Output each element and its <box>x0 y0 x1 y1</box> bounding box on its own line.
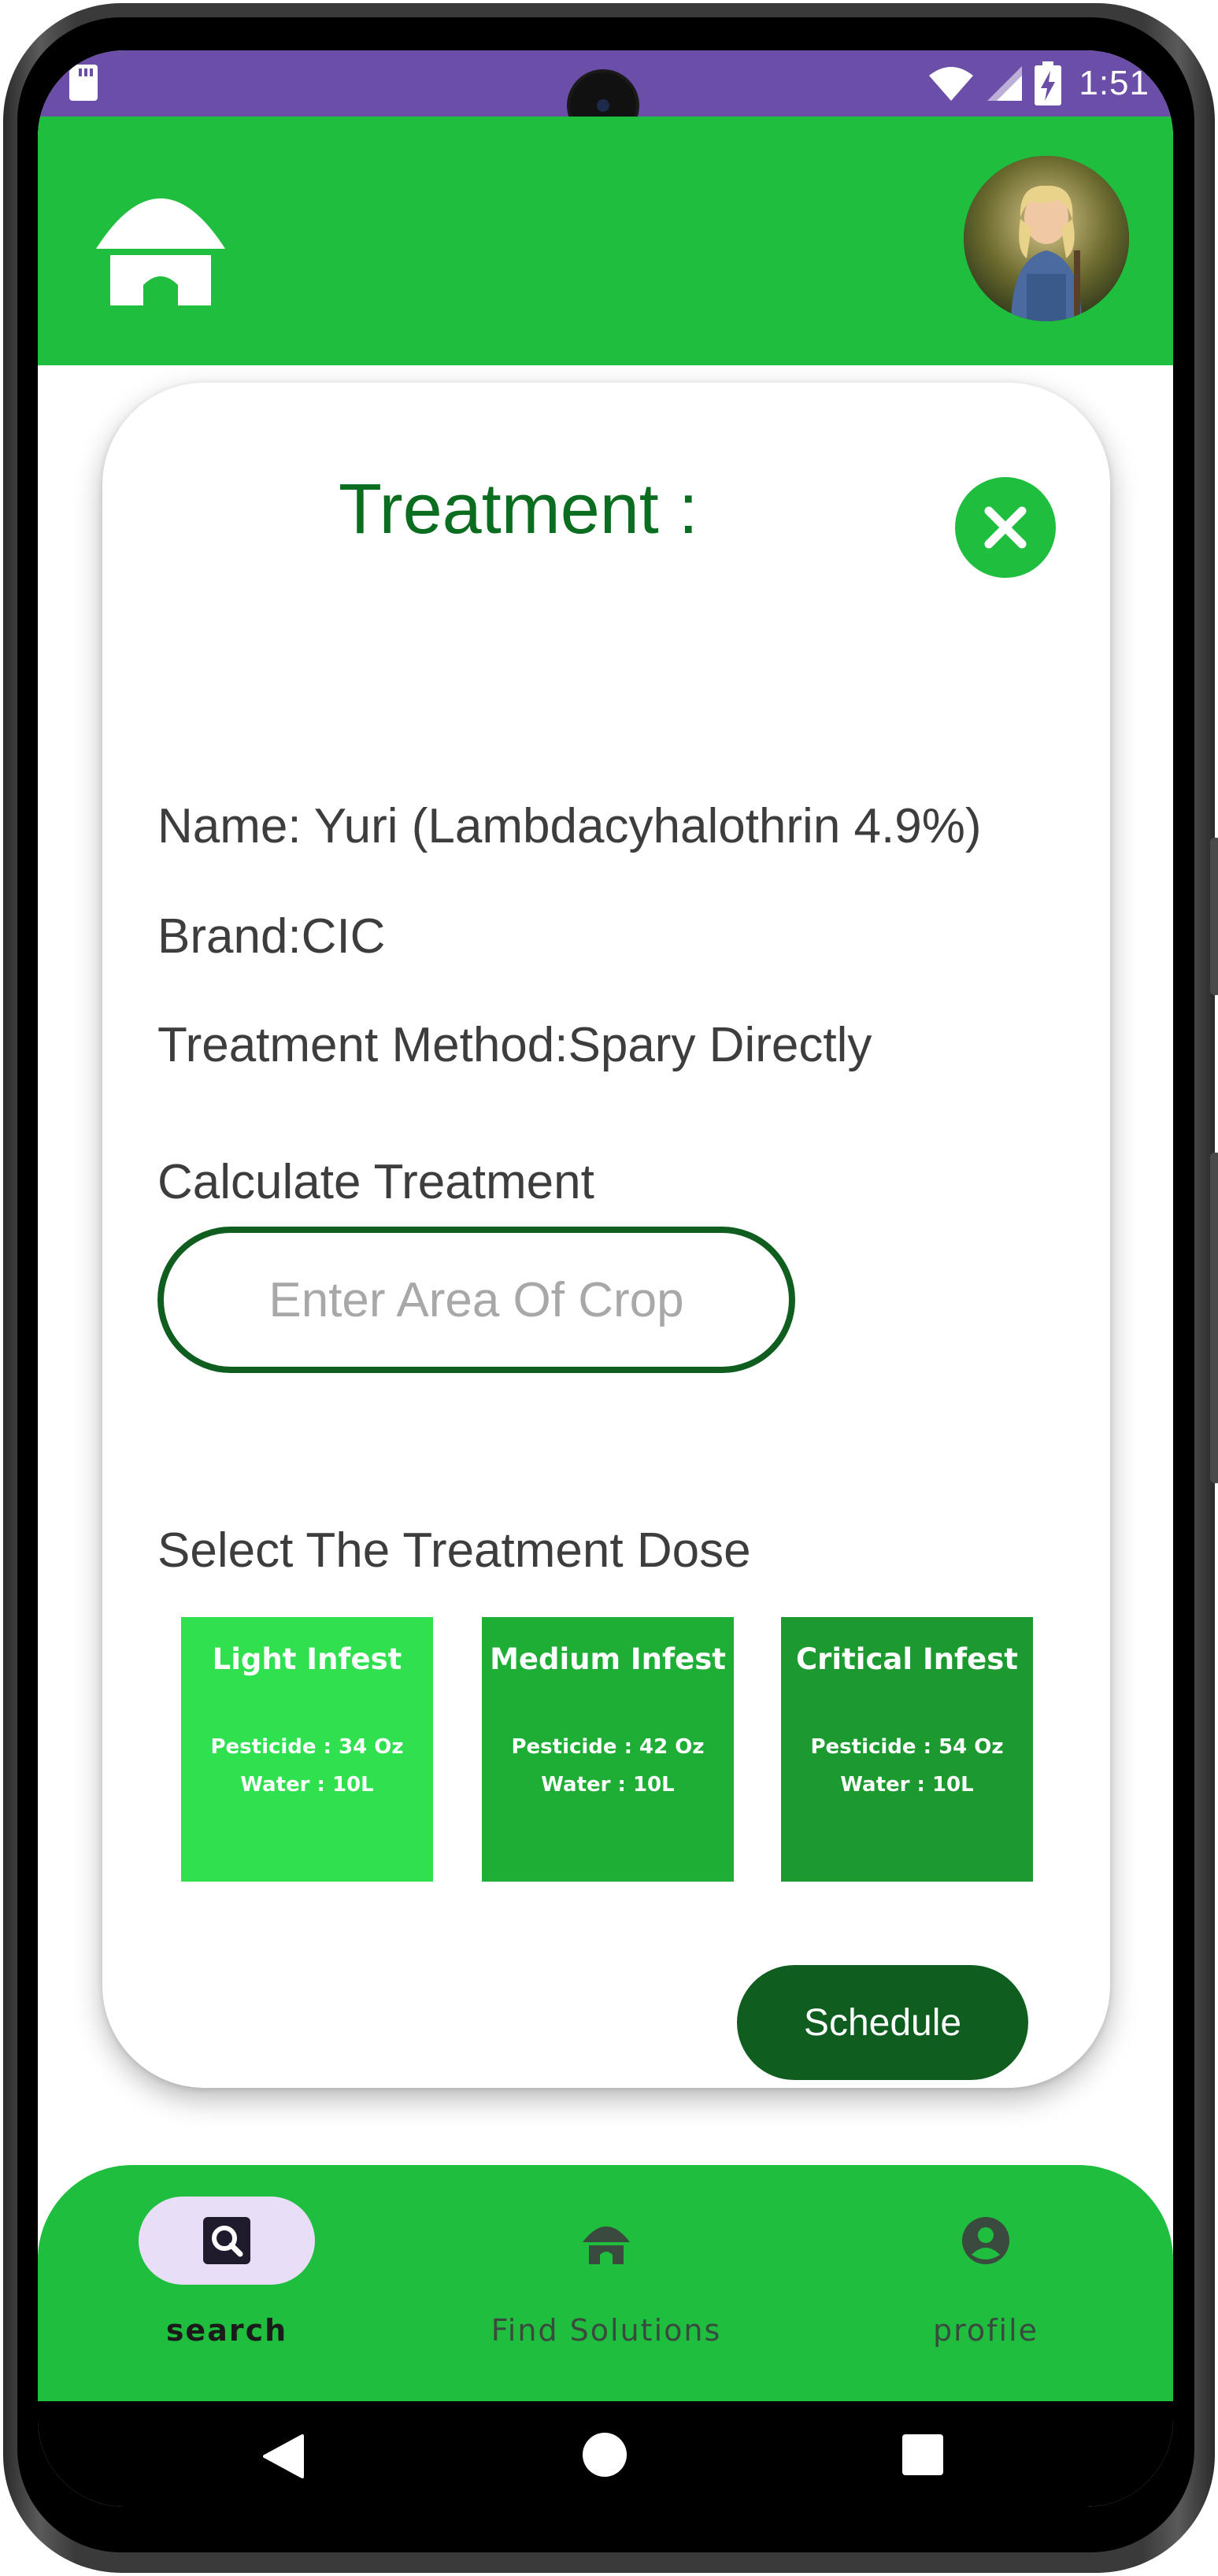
treatment-method: Treatment Method:Spary Directly <box>157 1018 872 1072</box>
pesticide-brand: Brand:CIC <box>157 909 386 964</box>
close-button[interactable] <box>955 477 1056 578</box>
recents-icon[interactable] <box>902 2434 943 2475</box>
pesticide-name: Name: Yuri (Lambdacyhalothrin 4.9%) <box>157 799 982 853</box>
app-bar <box>38 117 1173 365</box>
power-button <box>1210 838 1218 995</box>
system-navigation-bar <box>38 2401 1173 2507</box>
treatment-dialog: Treatment : Name: Yuri (Lambdacyhalothri… <box>102 383 1110 2088</box>
dose-option-critical[interactable]: Critical Infest Pesticide : 54 Oz Water … <box>781 1617 1033 1882</box>
battery-charging-icon <box>1035 61 1062 105</box>
dose-pesticide: Pesticide : 54 Oz <box>810 1735 1004 1759</box>
volume-button <box>1210 1153 1218 1483</box>
area-of-crop-input[interactable] <box>193 1271 760 1329</box>
dose-title: Medium Infest <box>490 1642 726 1676</box>
user-avatar[interactable] <box>964 156 1129 321</box>
search-icon <box>203 2217 250 2264</box>
account-circle-icon <box>962 2217 1009 2264</box>
nav-label: search <box>165 2313 288 2348</box>
dose-title: Light Infest <box>212 1642 402 1676</box>
back-icon[interactable] <box>261 2433 305 2480</box>
home-logo-icon[interactable] <box>90 180 231 305</box>
sd-card-icon <box>69 65 98 101</box>
wifi-icon <box>929 67 974 101</box>
dose-water: Water : 10L <box>840 1773 974 1797</box>
nav-label: Find Solutions <box>491 2313 722 2348</box>
status-time: 1:51 <box>1079 64 1150 102</box>
nav-item-search[interactable]: search <box>109 2197 345 2385</box>
dose-title: Critical Infest <box>796 1642 1018 1676</box>
dose-water: Water : 10L <box>240 1773 374 1797</box>
bottom-navigation: search Find Solutions profile <box>38 2165 1173 2401</box>
dialog-title: Treatment : <box>339 470 698 549</box>
dose-option-medium[interactable]: Medium Infest Pesticide : 42 Oz Water : … <box>482 1617 734 1882</box>
nav-item-find-solutions[interactable]: Find Solutions <box>488 2197 724 2385</box>
select-dose-label: Select The Treatment Dose <box>157 1523 751 1578</box>
close-icon <box>984 506 1027 549</box>
screen: 1:51 Treatment: Name: Yuri (Lambdacyhal… <box>38 50 1173 2507</box>
home-circle-icon[interactable] <box>581 2431 628 2478</box>
schedule-button[interactable]: Schedule <box>737 1965 1028 2080</box>
area-input-wrapper <box>157 1227 795 1373</box>
home-icon <box>583 2226 630 2264</box>
avatar-photo <box>964 156 1129 321</box>
nav-item-profile[interactable]: profile <box>868 2197 1104 2385</box>
calculate-treatment-label: Calculate Treatment <box>157 1155 594 1209</box>
cell-signal-icon <box>987 66 1023 101</box>
dose-water: Water : 10L <box>541 1773 675 1797</box>
dose-pesticide: Pesticide : 34 Oz <box>210 1735 404 1759</box>
dose-option-light[interactable]: Light Infest Pesticide : 34 Oz Water : 1… <box>181 1617 433 1882</box>
dose-pesticide: Pesticide : 42 Oz <box>511 1735 705 1759</box>
nav-label: profile <box>932 2313 1039 2348</box>
